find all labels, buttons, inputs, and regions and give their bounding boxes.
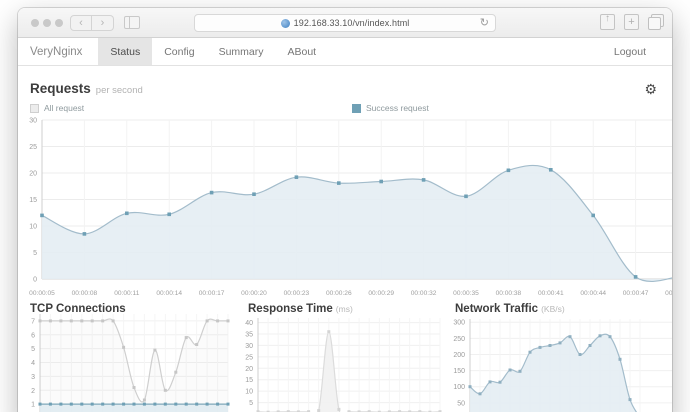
address-bar[interactable]: 192.168.33.10/vn/index.html ↻ — [194, 14, 496, 32]
svg-text:15: 15 — [29, 197, 37, 204]
svg-text:25: 25 — [245, 354, 253, 361]
svg-text:5: 5 — [33, 250, 37, 257]
tab-summary[interactable]: Summary — [207, 38, 276, 65]
app-navbar: VeryNginx Status Config Summary ABout Lo… — [18, 38, 672, 66]
response-title-unit: (ms) — [335, 304, 353, 314]
svg-text:7: 7 — [31, 318, 35, 325]
svg-text:200: 200 — [453, 352, 465, 359]
refresh-icon[interactable]: ↻ — [480, 16, 489, 29]
svg-text:5: 5 — [249, 400, 253, 407]
charts-canvas: 05101520253000:00:05 00:00:08 00:00:11 00:0… — [29, 118, 672, 412]
svg-text:50: 50 — [457, 400, 465, 407]
tab-about[interactable]: ABout — [276, 38, 329, 65]
svg-text:6: 6 — [31, 332, 35, 339]
svg-text:00:00:38: 00:00:38 — [496, 290, 522, 297]
svg-text:00:00:20: 00:00:20 — [241, 290, 267, 297]
browser-titlebar: ‹ › 192.168.33.10/vn/index.html ↻ + — [18, 8, 672, 38]
svg-text:00:00:17: 00:00:17 — [199, 290, 225, 297]
svg-text:30: 30 — [245, 343, 253, 350]
page-subtitle: per second — [95, 85, 143, 96]
forward-button[interactable]: › — [92, 15, 114, 31]
svg-text:250: 250 — [453, 336, 465, 343]
legend-all-swatch — [30, 103, 39, 113]
history-nav-buttons: ‹ › — [70, 15, 114, 31]
share-icon[interactable] — [600, 13, 615, 30]
response-title-text: Response Time — [248, 303, 333, 315]
svg-text:00:00:35: 00:00:35 — [453, 290, 479, 297]
back-button[interactable]: ‹ — [70, 15, 92, 31]
svg-text:00:00:44: 00:00:44 — [580, 290, 606, 297]
legend-success-swatch — [352, 103, 361, 113]
svg-text:00:00:23: 00:00:23 — [284, 290, 310, 297]
svg-text:1: 1 — [31, 402, 35, 409]
new-tab-icon[interactable]: + — [624, 14, 639, 30]
svg-text:00:00:50: 00:00:50 — [665, 290, 672, 297]
page-title-row: Requests per second — [30, 80, 143, 98]
legend-all-request[interactable]: All request — [30, 103, 84, 113]
svg-text:2: 2 — [31, 388, 35, 395]
window-close-button[interactable] — [31, 19, 39, 27]
legend-success-request[interactable]: Success request — [352, 103, 429, 113]
titlebar-right-buttons: + — [600, 13, 664, 30]
svg-text:00:00:26: 00:00:26 — [326, 290, 352, 297]
svg-text:100: 100 — [453, 384, 465, 391]
network-title-unit: (KB/s) — [541, 304, 565, 314]
legend-success-label: Success request — [366, 103, 429, 113]
page-title: Requests — [30, 81, 91, 96]
svg-text:00:00:14: 00:00:14 — [156, 290, 182, 297]
svg-text:5: 5 — [31, 346, 35, 353]
svg-text:35: 35 — [245, 332, 253, 339]
svg-text:10: 10 — [245, 389, 253, 396]
svg-text:3: 3 — [31, 374, 35, 381]
response-time-title: Response Time (ms) — [248, 299, 353, 317]
svg-text:00:00:05: 00:00:05 — [29, 290, 55, 297]
svg-text:00:00:41: 00:00:41 — [538, 290, 564, 297]
tcp-title-text: TCP Connections — [30, 303, 126, 315]
tab-status[interactable]: Status — [98, 38, 153, 65]
legend-all-label: All request — [44, 103, 85, 113]
svg-text:300: 300 — [453, 320, 465, 327]
site-favicon-icon — [280, 18, 290, 28]
svg-text:00:00:08: 00:00:08 — [72, 290, 98, 297]
screenshot-stage: ‹ › 192.168.33.10/vn/index.html ↻ + Very… — [0, 0, 690, 412]
window-zoom-button[interactable] — [55, 19, 63, 27]
svg-text:40: 40 — [245, 320, 253, 327]
network-traffic-title: Network Traffic (KB/s) — [455, 299, 565, 317]
tab-overview-icon[interactable] — [648, 14, 664, 30]
window-minimize-button[interactable] — [43, 19, 51, 27]
gear-icon[interactable]: ⚙ — [644, 81, 657, 98]
browser-window: ‹ › 192.168.33.10/vn/index.html ↻ + Very… — [18, 8, 672, 412]
svg-text:00:00:29: 00:00:29 — [368, 290, 394, 297]
svg-text:150: 150 — [453, 368, 465, 375]
svg-text:00:00:32: 00:00:32 — [411, 290, 437, 297]
sidebar-toggle-icon[interactable] — [124, 16, 140, 29]
svg-text:10: 10 — [29, 224, 37, 231]
network-title-text: Network Traffic — [455, 303, 539, 315]
svg-text:00:00:11: 00:00:11 — [114, 290, 140, 297]
svg-text:15: 15 — [245, 377, 253, 384]
tab-config[interactable]: Config — [152, 38, 206, 65]
svg-text:00:00:47: 00:00:47 — [623, 290, 649, 297]
svg-text:25: 25 — [29, 144, 37, 151]
url-text: 192.168.33.10/vn/index.html — [293, 18, 410, 28]
tcp-connections-title: TCP Connections — [30, 299, 126, 317]
brand-veryNginx: VeryNginx — [30, 45, 83, 58]
svg-text:0: 0 — [33, 277, 37, 284]
svg-text:4: 4 — [31, 360, 35, 367]
svg-text:30: 30 — [29, 118, 37, 125]
svg-text:20: 20 — [29, 171, 37, 178]
svg-text:20: 20 — [245, 366, 253, 373]
logout-link[interactable]: Logout — [602, 38, 658, 65]
